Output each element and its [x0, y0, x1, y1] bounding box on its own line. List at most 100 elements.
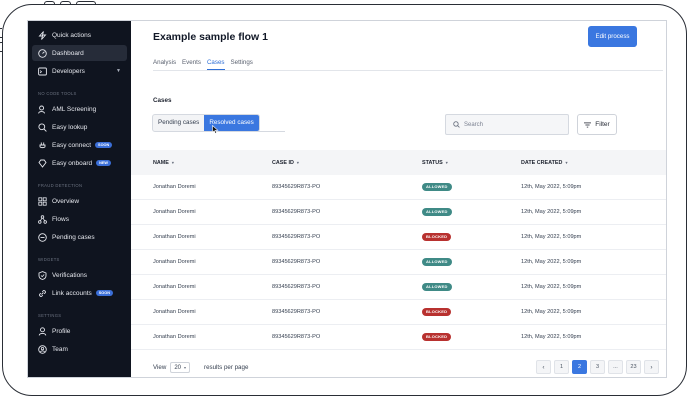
column-header-status[interactable]: STATUS ▾ — [422, 160, 448, 166]
sidebar-item-team[interactable]: Team — [32, 341, 127, 357]
edit-process-button[interactable]: Edit process — [588, 26, 637, 47]
per-page-suffix: results per page — [204, 364, 249, 371]
search-icon — [453, 121, 460, 128]
sidebar-item-label: Easy lookup — [52, 123, 88, 131]
table-row[interactable]: Jonathan Doremi 89345629R873-PO ALLOWED 12t… — [131, 200, 666, 225]
column-header-case-id[interactable]: CASE ID ▾ — [272, 160, 299, 166]
sidebar-item-developers[interactable]: Developers ▼ — [32, 63, 127, 79]
tab-settings[interactable]: Settings — [231, 59, 253, 70]
tab-bar: Analysis Events Cases Settings — [153, 59, 663, 71]
sort-chevron-icon: ▾ — [565, 160, 568, 165]
sidebar-badge: SOON — [95, 142, 113, 148]
search-input[interactable]: Search — [445, 114, 569, 135]
case-status-toggle: Pending cases Resolved cases — [152, 114, 260, 132]
cell-case-id: 89345629R873-PO — [272, 259, 321, 265]
tab-analysis[interactable]: Analysis — [153, 59, 176, 70]
diamond-icon — [38, 159, 47, 168]
cell-case-id: 89345629R873-PO — [272, 334, 321, 340]
sidebar-item-easy-connect[interactable]: Easy connect SOON — [32, 137, 127, 153]
cell-date-created: 12th, May 2022, 5:09pm — [521, 234, 582, 240]
table-row[interactable]: Jonathan Doremi 89345629R873-PO BLOCKED 12t… — [131, 300, 666, 325]
table-row[interactable]: Jonathan Doremi 89345629R873-PO ALLOWED 12t… — [131, 275, 666, 300]
sidebar-item-aml-screening[interactable]: AML Screening — [32, 101, 127, 117]
flow-icon — [38, 214, 47, 224]
sort-chevron-icon: ▾ — [296, 160, 299, 165]
team-icon — [38, 344, 47, 354]
cases-label: Cases — [153, 97, 172, 104]
filter-icon — [584, 122, 592, 127]
page-button[interactable]: ... — [608, 360, 623, 374]
cell-case-id: 89345629R873-PO — [272, 309, 321, 315]
page-button[interactable]: 2 — [572, 360, 587, 374]
sidebar-item-easy-lookup[interactable]: Easy lookup — [32, 119, 127, 135]
page-button[interactable]: 1 — [554, 360, 569, 374]
sidebar-item-flows[interactable]: Flows — [32, 211, 127, 227]
sidebar-item-pending-cases[interactable]: Pending cases — [32, 229, 127, 245]
table-row[interactable]: Jonathan Doremi 89345629R873-PO ALLOWED 12t… — [131, 175, 666, 200]
sidebar-item-label: Pending cases — [52, 233, 95, 241]
table-row[interactable]: Jonathan Doremi 89345629R873-PO BLOCKED 12t… — [131, 225, 666, 250]
pending-cases-tab[interactable]: Pending cases — [153, 115, 204, 131]
cell-date-created: 12th, May 2022, 5:09pm — [521, 309, 582, 315]
column-header-date-created[interactable]: DATE CREATED ▾ — [521, 160, 567, 166]
cell-case-id: 89345629R873-PO — [272, 209, 321, 215]
search-placeholder: Search — [464, 121, 484, 128]
per-page-select[interactable]: 20 ▾ — [170, 362, 191, 373]
cell-name: Jonathan Doremi — [153, 184, 196, 190]
filter-button[interactable]: Filter — [577, 114, 617, 135]
sidebar-item-label: Easy connect — [52, 141, 92, 149]
sidebar-item-overview[interactable]: Overview — [32, 193, 127, 209]
status-badge: ALLOWED — [422, 183, 452, 191]
gauge-icon — [38, 48, 47, 58]
sidebar-item-label: Verifications — [52, 271, 88, 279]
sidebar-item-verifications[interactable]: Verifications — [32, 267, 127, 283]
page-button[interactable]: 23 — [626, 360, 641, 374]
sidebar-section-title: WIDGETS — [38, 257, 60, 262]
sidebar-item-quick-actions[interactable]: Quick actions — [32, 27, 127, 43]
sidebar-item-dashboard[interactable]: Dashboard — [32, 45, 127, 61]
mouse-cursor-icon — [212, 125, 219, 134]
cell-name: Jonathan Doremi — [153, 209, 196, 215]
status-badge: BLOCKED — [422, 333, 452, 341]
sidebar-item-link-accounts[interactable]: Link accounts SOON — [32, 285, 127, 301]
status-badge: BLOCKED — [422, 308, 452, 316]
status-badge: ALLOWED — [422, 258, 452, 266]
cell-date-created: 12th, May 2022, 5:09pm — [521, 334, 582, 340]
pagination: ‹ 1 2 3... 23 › — [536, 360, 659, 374]
sort-chevron-icon: ▾ — [445, 160, 448, 165]
cell-date-created: 12th, May 2022, 5:09pm — [521, 184, 582, 190]
cell-date-created: 12th, May 2022, 5:09pm — [521, 209, 582, 215]
cell-status: BLOCKED — [422, 333, 452, 341]
tab-cases[interactable]: Cases — [206, 59, 225, 70]
cell-status: ALLOWED — [422, 283, 452, 291]
page-button[interactable]: 3 — [590, 360, 605, 374]
cell-date-created: 12th, May 2022, 5:09pm — [521, 284, 582, 290]
lightning-icon — [38, 30, 47, 40]
clock-icon — [38, 232, 47, 242]
cell-status: ALLOWED — [422, 183, 452, 191]
table-row[interactable]: Jonathan Doremi 89345629R873-PO ALLOWED 12t… — [131, 250, 666, 275]
cell-name: Jonathan Doremi — [153, 259, 196, 265]
filter-label: Filter — [595, 121, 610, 128]
cell-status: ALLOWED — [422, 258, 452, 266]
main-content: Example sample flow 1 Edit process Analy… — [131, 21, 666, 377]
chevron-down-icon: ▼ — [116, 68, 121, 74]
cell-case-id: 89345629R873-PO — [272, 184, 321, 190]
next-page-icon[interactable]: › — [644, 360, 659, 374]
sidebar-item-easy-onboard[interactable]: Easy onboard NEW — [32, 155, 127, 171]
cell-status: BLOCKED — [422, 308, 452, 316]
status-badge: ALLOWED — [422, 208, 452, 216]
cell-case-id: 89345629R873-PO — [272, 234, 321, 240]
tab-events[interactable]: Events — [182, 59, 201, 70]
page-title: Example sample flow 1 — [153, 31, 268, 43]
table-row[interactable]: Jonathan Doremi 89345629R873-PO BLOCKED 12t… — [131, 325, 666, 350]
sidebar-item-label: Link accounts — [52, 289, 92, 297]
sidebar-item-profile[interactable]: Profile — [32, 323, 127, 339]
column-header-name[interactable]: NAME ▾ — [153, 160, 174, 166]
status-badge: ALLOWED — [422, 283, 452, 291]
cell-status: ALLOWED — [422, 208, 452, 216]
prev-page-icon[interactable]: ‹ — [536, 360, 551, 374]
sidebar-item-label: Dashboard — [52, 49, 84, 57]
sidebar-item-label: Profile — [52, 327, 71, 335]
search-icon — [38, 122, 47, 132]
